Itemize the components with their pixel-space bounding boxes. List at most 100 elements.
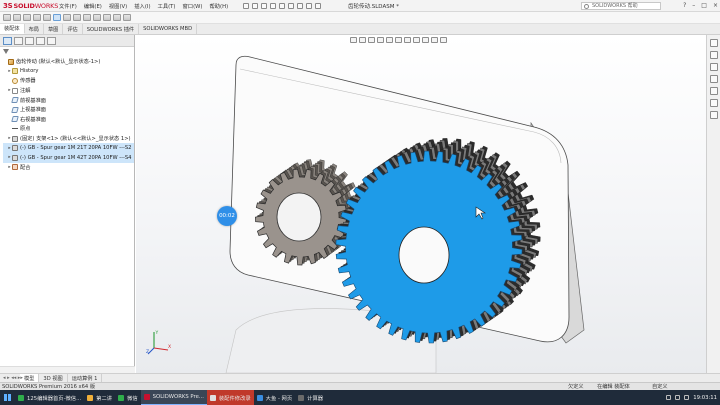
tree-item[interactable]: 传感器 [3, 76, 134, 86]
smart-fasteners-icon[interactable] [43, 14, 51, 21]
search-icon [584, 3, 589, 9]
tree-item[interactable]: ▸ (固定) 支架<1> (默认<<默认>_显示状态 1>) [3, 134, 134, 144]
tree-item[interactable]: 右视基准面 [3, 115, 134, 125]
network-icon[interactable] [666, 395, 672, 400]
tree-item[interactable]: ▸ History [3, 67, 134, 77]
menu-file[interactable]: 文件(F) [59, 2, 77, 10]
tab-layout[interactable]: 布局 [25, 24, 44, 34]
tree-item[interactable]: 前视基准面 [3, 95, 134, 105]
minimize-button[interactable]: – [692, 2, 695, 9]
maximize-button[interactable]: □ [701, 2, 707, 9]
appearances-icon[interactable] [709, 87, 718, 95]
show-hidden-icon[interactable] [63, 14, 71, 21]
menu-insert[interactable]: 插入(I) [134, 2, 150, 10]
taskbar-app-button[interactable]: SOLIDWORKS Pre... [140, 390, 207, 405]
linear-pattern-icon[interactable] [33, 14, 41, 21]
menu-help[interactable]: 帮助(H) [209, 2, 228, 10]
reference-geometry-icon[interactable] [83, 14, 91, 21]
instant3d-icon[interactable] [123, 14, 131, 21]
tree-item[interactable]: 上视基准面 [3, 105, 134, 115]
app-icon [256, 394, 263, 401]
tree-item[interactable]: 齿轮传动 (默认<默认_显示状态-1>) [3, 57, 134, 67]
tree-item[interactable]: ▸ (-) GB - Spur gear 1M 21T 20PA 10FW ---… [3, 143, 134, 153]
open-icon[interactable] [261, 2, 268, 9]
solidworks-logo[interactable]: 3S SOLID WORKS [3, 2, 59, 10]
panel-footer [0, 366, 135, 373]
app-icon [18, 394, 24, 401]
help-button[interactable]: ? [683, 2, 686, 9]
move-component-icon[interactable] [53, 14, 61, 21]
tree-item-label: History [20, 68, 39, 75]
large-gear-bore [398, 226, 450, 284]
volume-icon[interactable] [675, 395, 681, 400]
menu-tools[interactable]: 工具(T) [158, 2, 176, 10]
property-manager-icon[interactable] [14, 36, 23, 45]
tab-scroll-arrows-icon[interactable]: ◂ ▸ ◂◂ ▸▸ [3, 375, 23, 381]
tab-sketch[interactable]: 草图 [44, 24, 64, 34]
configuration-manager-icon[interactable] [25, 36, 34, 45]
insert-component-icon[interactable] [13, 14, 21, 21]
edit-component-icon[interactable] [3, 14, 11, 21]
taskbar-app-label: 装配件修改录 [218, 395, 251, 402]
feature-tree-icon[interactable] [3, 36, 12, 45]
save-icon[interactable] [270, 2, 277, 9]
plane-icon [11, 106, 19, 113]
part-icon [12, 135, 18, 142]
tab-assembly[interactable]: 装配体 [0, 24, 25, 34]
taskbar-app-button[interactable]: 第二讲 [84, 390, 115, 405]
taskbar-app-button[interactable]: 大鱼 - 网页 [254, 390, 295, 405]
solidworks-forum-icon[interactable] [709, 111, 718, 119]
taskbar-app-button[interactable]: 125编辑器首页-微信... [15, 390, 84, 405]
menu-window[interactable]: 窗口(W) [182, 2, 202, 10]
close-button[interactable]: × [713, 2, 718, 9]
bill-of-materials-icon[interactable] [103, 14, 111, 21]
home-icon[interactable] [243, 2, 250, 9]
graphics-area[interactable]: 00:02 Y X Z [136, 35, 706, 373]
undo-icon[interactable] [288, 2, 295, 9]
file-explorer-icon[interactable] [709, 63, 718, 71]
ime-icon[interactable] [684, 395, 690, 400]
menu-view[interactable]: 视图(V) [109, 2, 127, 10]
menu-edit[interactable]: 编辑(E) [84, 2, 102, 10]
command-tabs: 装配体 布局 草图 评估 SOLIDWORKS 插件 SOLIDWORKS MB… [0, 24, 720, 35]
rebuild-icon[interactable] [306, 2, 313, 9]
tree-item[interactable]: ▸ 注解 [3, 86, 134, 96]
mate-icon[interactable] [23, 14, 31, 21]
solidworks-resources-icon[interactable] [709, 39, 718, 47]
folder-icon [12, 68, 18, 75]
dimxpert-icon[interactable] [36, 36, 45, 45]
app-icon [209, 394, 216, 401]
tree-item-label: 传感器 [20, 78, 36, 85]
exploded-view-icon[interactable] [113, 14, 121, 21]
tab-evaluate[interactable]: 评估 [63, 24, 83, 34]
tab-mbd[interactable]: SOLIDWORKS MBD [139, 24, 198, 34]
tree-item[interactable]: ▸ (-) GB - Spur gear 1M 42T 20PA 10FW ---… [3, 152, 134, 163]
tree-item-label: (-) GB - Spur gear 1M 21T 20PA 10FW ---S… [20, 145, 132, 152]
taskbar-app-label: SOLIDWORKS Pre... [152, 394, 204, 400]
start-button[interactable] [0, 390, 15, 405]
options-icon[interactable] [315, 2, 322, 9]
help-search-input[interactable]: SOLIDWORKS 帮助 [581, 1, 661, 10]
select-icon[interactable] [297, 2, 304, 9]
clock[interactable]: 19:03:11 [693, 395, 717, 401]
tree-item-label: (-) GB - Spur gear 1M 42T 20PA 10FW ---S… [20, 154, 132, 161]
feature-manager-tabs [0, 35, 134, 47]
display-manager-icon[interactable] [47, 36, 56, 45]
print-icon[interactable] [279, 2, 286, 9]
windows-taskbar: 125编辑器首页-微信... 第二讲 微信 SOLIDWORKS Pre... 装配件修… [0, 390, 720, 405]
assembly-features-icon[interactable] [73, 14, 81, 21]
design-library-icon[interactable] [709, 51, 718, 59]
view-palette-icon[interactable] [709, 75, 718, 83]
tab-addins[interactable]: SOLIDWORKS 插件 [83, 24, 140, 34]
taskbar-app-button[interactable]: 计算器 [295, 390, 326, 405]
tree-item[interactable]: ▸ 配合 [3, 163, 134, 173]
tree-item[interactable]: 原点 [3, 124, 134, 134]
taskbar-app-button[interactable]: 装配件修改录 [206, 390, 254, 405]
taskbar-app-button[interactable]: 微信 [115, 390, 141, 405]
part-icon [12, 145, 18, 152]
tree-filter[interactable] [0, 47, 134, 56]
new-motion-study-icon[interactable] [93, 14, 101, 21]
mate-icon [12, 164, 18, 171]
new-icon[interactable] [252, 2, 259, 9]
custom-properties-icon[interactable] [709, 99, 718, 107]
